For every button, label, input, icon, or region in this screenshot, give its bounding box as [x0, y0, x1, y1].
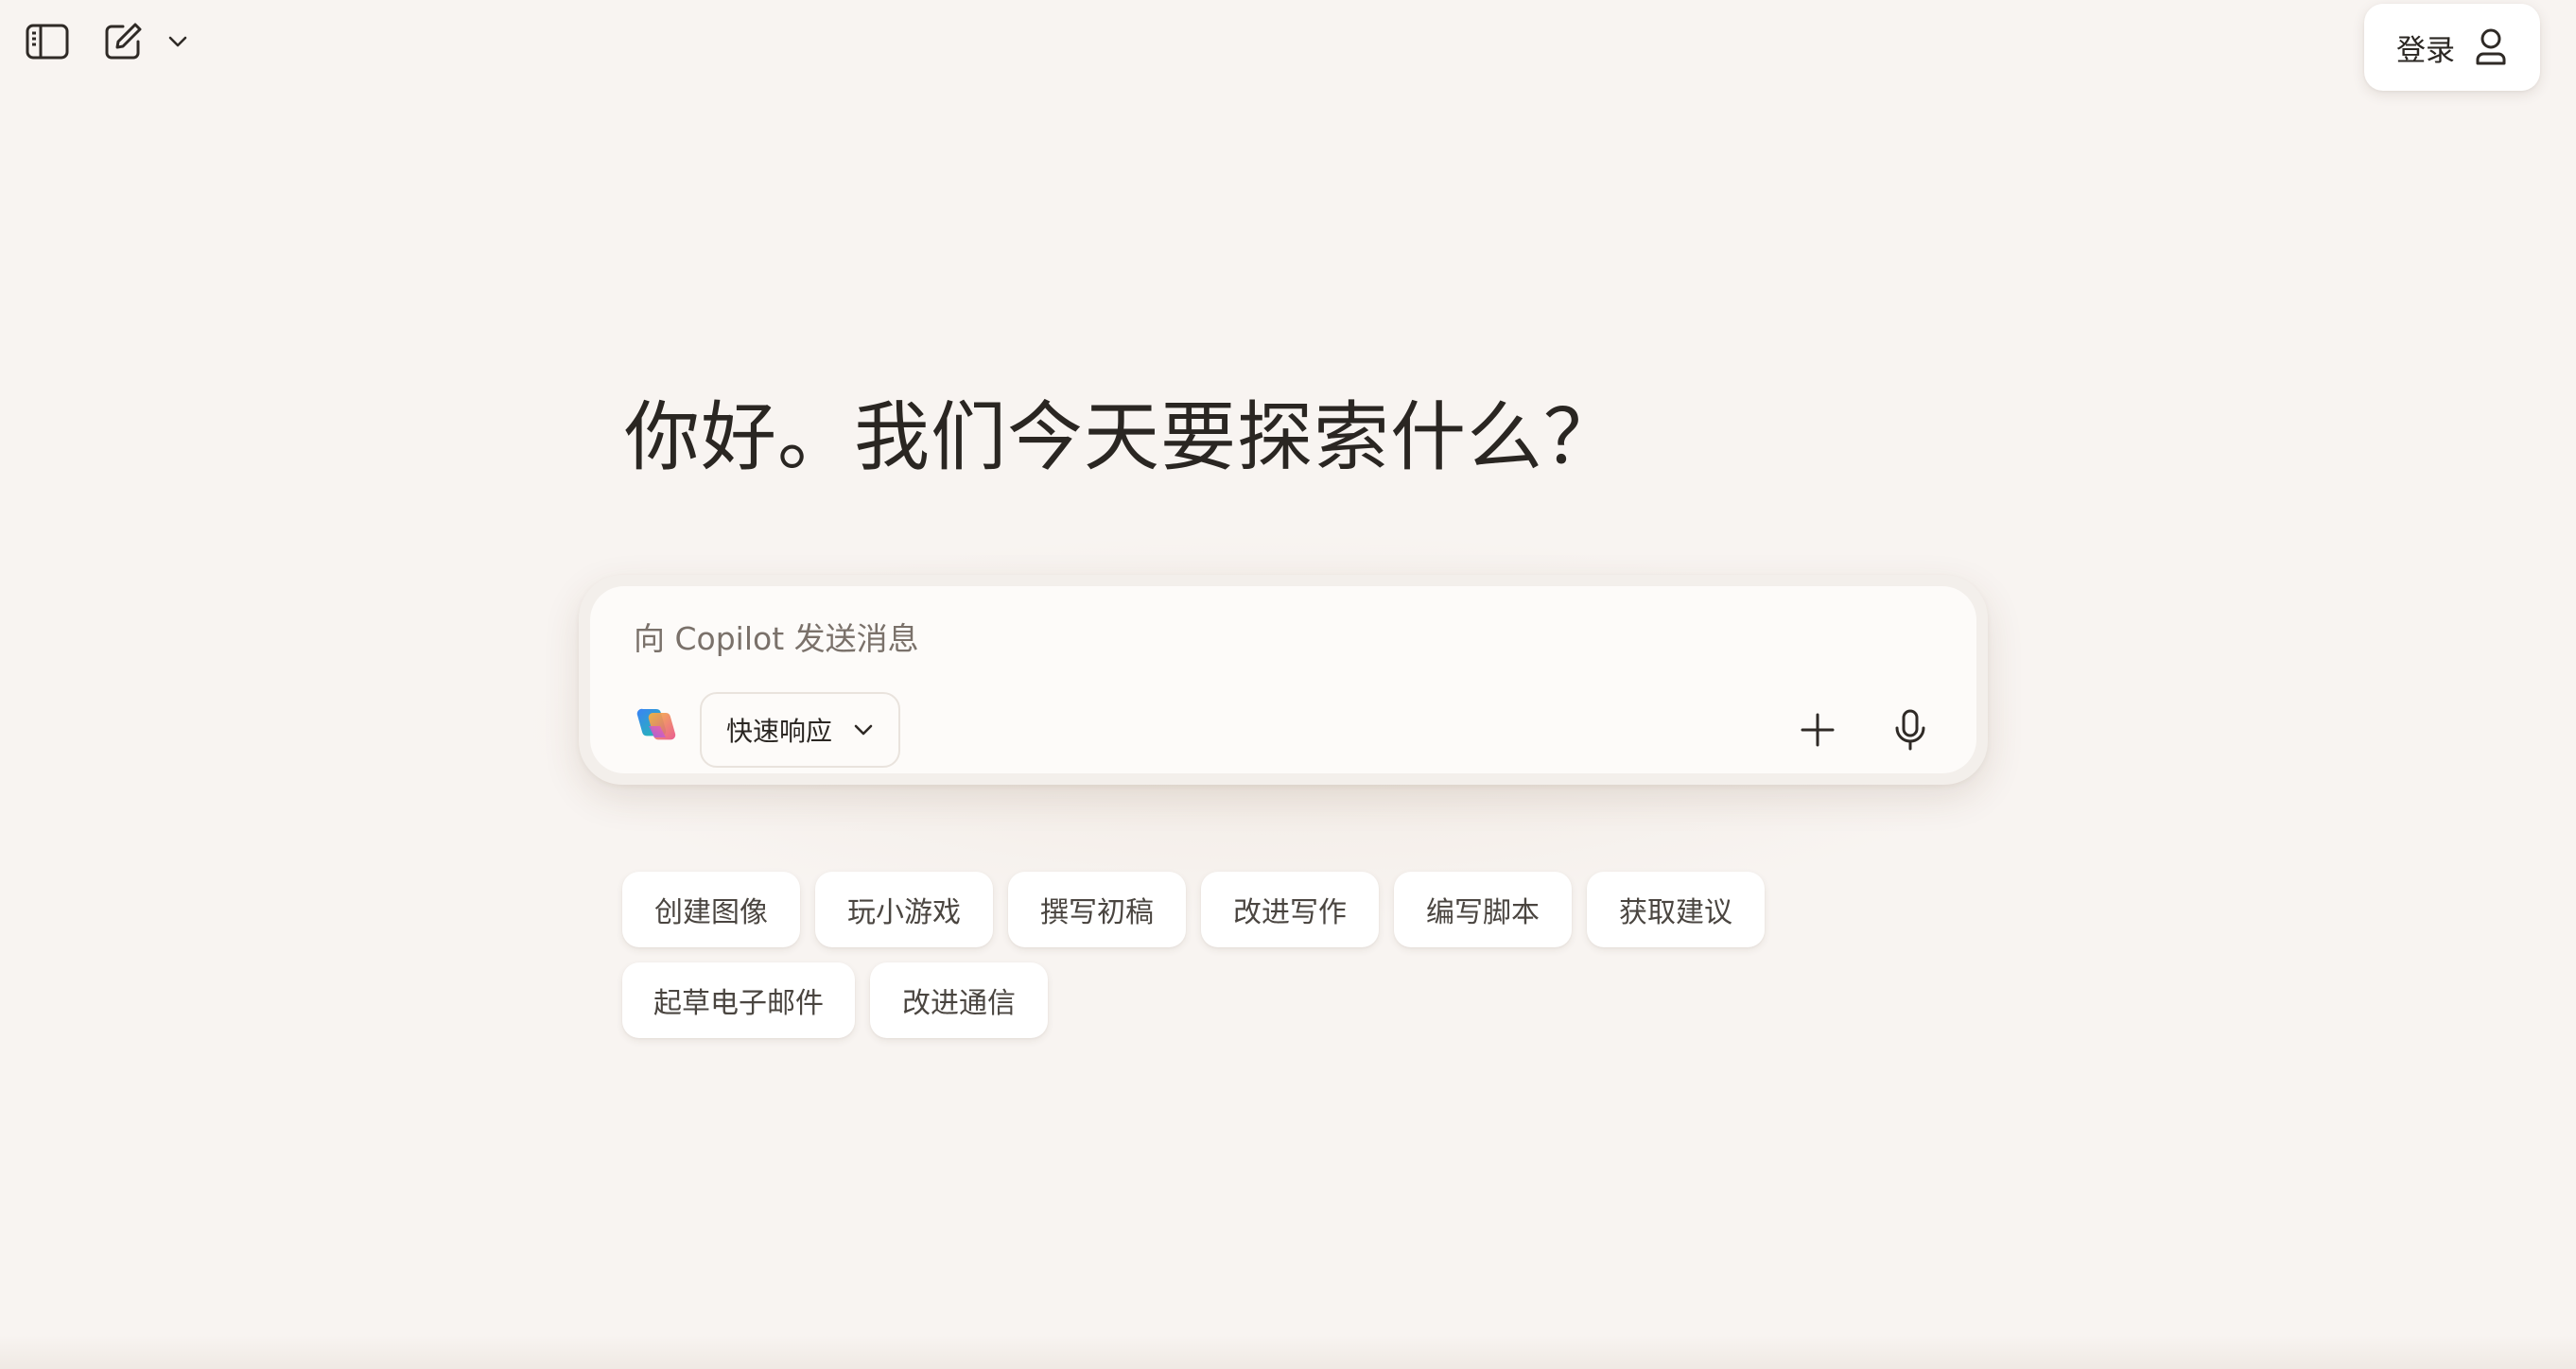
- response-mode-select[interactable]: 快速响应: [700, 692, 900, 768]
- suggestion-row: 起草电子邮件 改进通信: [622, 962, 1852, 1038]
- attach-button[interactable]: [1789, 702, 1846, 758]
- suggestion-chip[interactable]: 创建图像: [622, 872, 800, 947]
- user-icon: [2476, 28, 2506, 65]
- new-chat-icon: [105, 23, 142, 60]
- top-left-toolbar: [23, 17, 193, 66]
- chevron-down-icon: [168, 36, 187, 47]
- sidebar-icon: [26, 24, 69, 60]
- suggestion-chip[interactable]: 改进写作: [1201, 872, 1379, 947]
- chevron-down-icon: [854, 724, 873, 736]
- suggestion-chip[interactable]: 编写脚本: [1394, 872, 1572, 947]
- composer-body: 快速响应: [590, 586, 1976, 773]
- suggestion-chips: 创建图像 玩小游戏 撰写初稿 改进写作 编写脚本 获取建议 起草电子邮件 改进通…: [622, 872, 1852, 1053]
- sidebar-toggle-button[interactable]: [23, 17, 72, 66]
- message-composer: 快速响应: [579, 575, 1988, 785]
- new-chat-options-button[interactable]: [163, 17, 193, 66]
- microphone-icon: [1895, 709, 1925, 751]
- message-input[interactable]: [632, 609, 1770, 667]
- new-chat-button[interactable]: [98, 17, 148, 66]
- suggestion-chip[interactable]: 玩小游戏: [815, 872, 993, 947]
- login-label: 登录: [2396, 33, 2455, 68]
- suggestion-chip[interactable]: 撰写初稿: [1008, 872, 1186, 947]
- voice-input-button[interactable]: [1882, 702, 1939, 758]
- page-title: 你好。我们今天要探索什么？: [624, 393, 1620, 481]
- copilot-logo-icon: [636, 708, 676, 740]
- login-button[interactable]: 登录: [2364, 4, 2540, 91]
- suggestion-chip[interactable]: 获取建议: [1587, 872, 1765, 947]
- bottom-fade: [0, 1335, 2576, 1369]
- response-mode-label: 快速响应: [725, 716, 832, 747]
- plus-icon: [1801, 713, 1835, 747]
- suggestion-chip[interactable]: 改进通信: [870, 962, 1048, 1038]
- suggestion-chip[interactable]: 起草电子邮件: [622, 962, 855, 1038]
- suggestion-row: 创建图像 玩小游戏 撰写初稿 改进写作 编写脚本 获取建议: [622, 872, 1852, 947]
